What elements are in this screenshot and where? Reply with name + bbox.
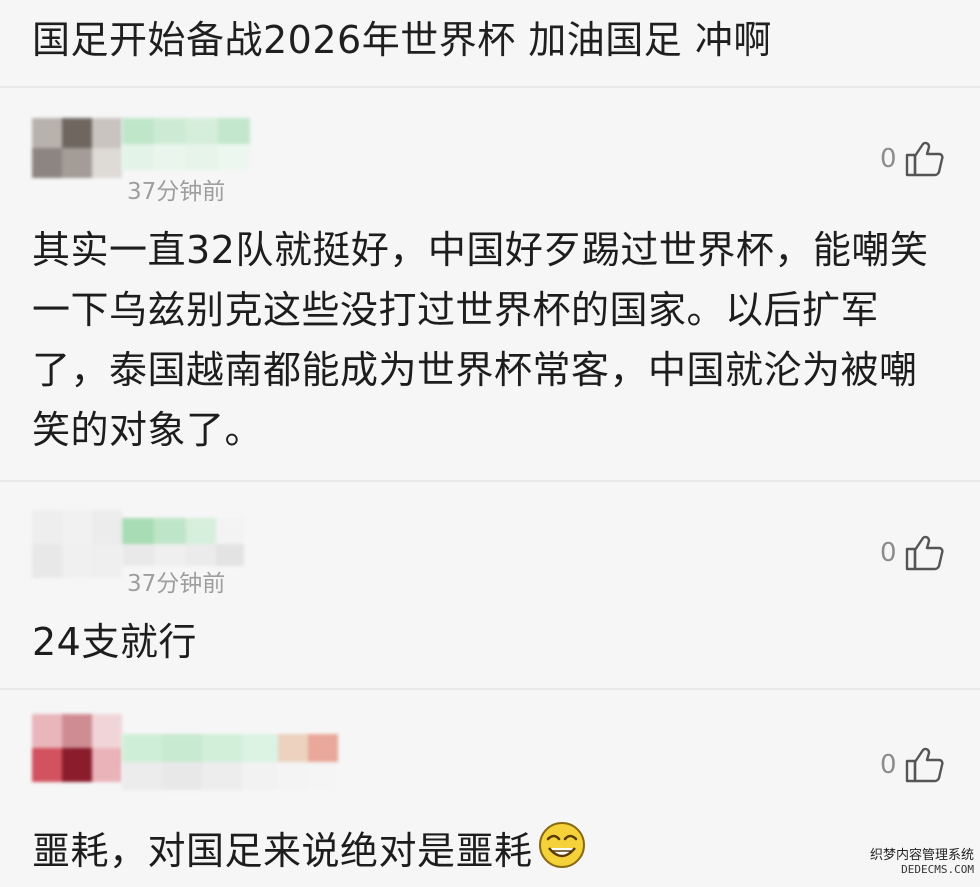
username-blurred[interactable] xyxy=(122,118,250,170)
comment-timestamp: 37分钟前 xyxy=(127,179,226,205)
avatar[interactable] xyxy=(32,510,122,578)
username-blurred[interactable] xyxy=(122,518,244,566)
comment-item: 37分钟前 0 24支就行 xyxy=(0,482,980,688)
thumbs-up-icon[interactable] xyxy=(905,746,945,784)
comment-text-row: 噩耗，对国足来说绝对是噩耗 xyxy=(32,820,932,887)
watermark-text: 织梦内容管理系统 xyxy=(869,848,974,863)
like-count: 0 xyxy=(880,750,897,780)
comment-timestamp: 37分钟前 xyxy=(127,571,226,597)
comment-text: 噩耗，对国足来说绝对是噩耗 xyxy=(32,829,533,873)
like-button[interactable]: 0 xyxy=(880,534,945,572)
comment-item: 37分钟前 0 其实一直32队就挺好，中国好歹踢过世界杯，能嘲笑一下乌兹别克这些… xyxy=(0,88,980,480)
post-title: 国足开始备战2026年世界杯 加油国足 冲啊 xyxy=(32,18,772,62)
avatar[interactable] xyxy=(32,118,122,178)
like-count: 0 xyxy=(880,538,897,568)
thumbs-up-icon[interactable] xyxy=(905,140,945,178)
comment-text: 24支就行 xyxy=(32,620,197,664)
avatar[interactable] xyxy=(32,714,122,782)
thumbs-up-icon[interactable] xyxy=(905,534,945,572)
like-count: 0 xyxy=(880,144,897,174)
comment-text: 其实一直32队就挺好，中国好歹踢过世界杯，能嘲笑一下乌兹别克这些没打过世界杯的国… xyxy=(32,228,929,452)
like-button[interactable]: 0 xyxy=(880,746,945,784)
like-button[interactable]: 0 xyxy=(880,140,945,178)
grinning-face-icon xyxy=(537,820,587,887)
watermark-logo: 织梦内容管理系统 DEDECMS.COM xyxy=(870,849,974,877)
watermark-domain: DEDECMS.COM xyxy=(901,863,974,876)
username-blurred[interactable] xyxy=(122,734,338,790)
comment-item: 0 噩耗，对国足来说绝对是噩耗 xyxy=(0,690,980,881)
